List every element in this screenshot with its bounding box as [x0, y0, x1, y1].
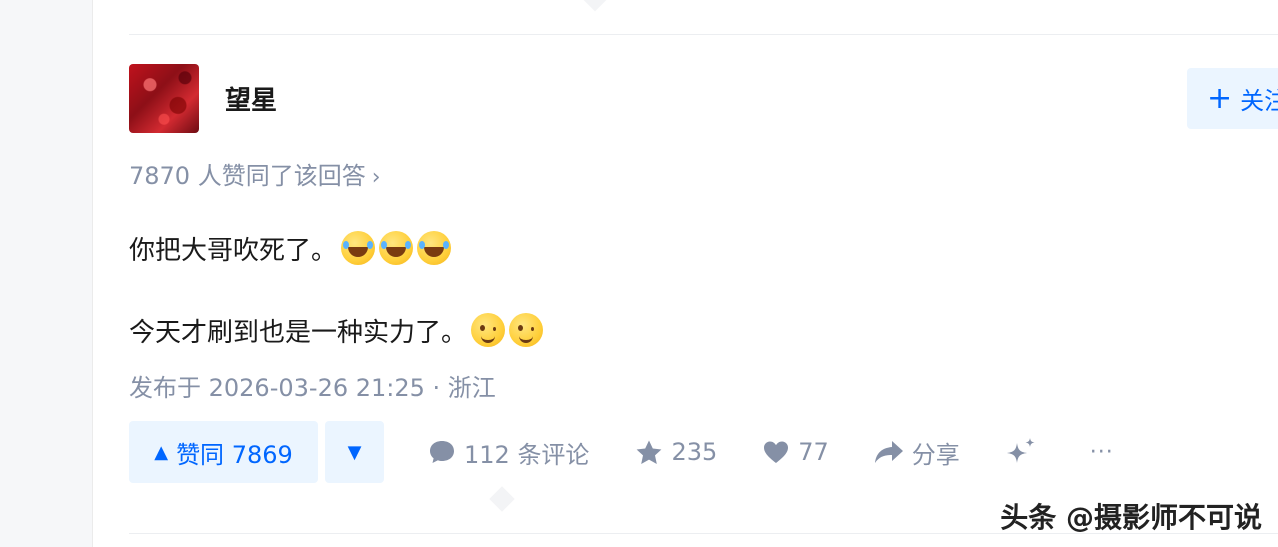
share-arrow-icon — [874, 441, 903, 463]
avatar[interactable] — [129, 64, 199, 133]
answer-text-2: 今天才刷到也是一种实力了。 — [129, 318, 468, 348]
triangle-down-icon: ▼ — [347, 441, 362, 463]
sparkle-icon — [1006, 438, 1035, 463]
upvote-button[interactable]: ▲ 赞同 7869 — [129, 421, 318, 483]
favorites-count: 235 — [671, 438, 718, 466]
action-bar: ▲ 赞同 7869 ▼ 112 条评论 235 77 分享 ··· — [129, 421, 1114, 483]
answer-paragraph-2: 今天才刷到也是一种实力了。 — [129, 312, 544, 349]
downvote-button[interactable]: ▼ — [325, 421, 384, 483]
follow-label: 关注 — [1240, 87, 1278, 115]
share-button[interactable]: 分享 — [874, 435, 960, 470]
author-name[interactable]: 望星 — [225, 80, 277, 117]
upvote-label: 赞同 7869 — [176, 440, 293, 469]
answer-card: 望星 + 关注 7870 人赞同了该回答 › 你把大哥吹死了。 今天才刷到也是一种… — [93, 0, 1278, 547]
answer-text-1: 你把大哥吹死了。 — [129, 236, 338, 266]
left-gutter — [0, 0, 93, 547]
likes-count: 77 — [798, 438, 829, 466]
chevron-right-icon: › — [371, 165, 381, 190]
more-button[interactable]: ··· — [1090, 440, 1114, 465]
votes-summary-link[interactable]: 7870 人赞同了该回答 › — [129, 156, 381, 191]
divider-top — [129, 34, 1278, 35]
plus-icon: + — [1207, 80, 1233, 116]
ai-sparkle-button[interactable] — [1005, 437, 1045, 467]
share-label: 分享 — [911, 440, 960, 469]
triangle-up-icon: ▲ — [154, 441, 169, 463]
comments-button[interactable]: 112 条评论 — [428, 435, 589, 470]
comments-label: 112 条评论 — [464, 440, 590, 469]
star-icon — [637, 440, 662, 464]
wink-emoji-icon — [509, 313, 544, 347]
answer-paragraph-1: 你把大哥吹死了。 — [129, 230, 452, 267]
ellipsis-icon: ··· — [1089, 439, 1114, 465]
top-caret — [583, 0, 607, 12]
publish-time: 发布于 2026-03-26 21:25 · 浙江 — [129, 374, 496, 402]
laugh-emoji-icon — [341, 231, 376, 265]
heart-icon — [764, 441, 789, 463]
votes-summary-text: 7870 人赞同了该回答 — [129, 162, 366, 190]
wink-emoji-icon — [471, 313, 506, 347]
laugh-emoji-icon — [417, 231, 452, 265]
comment-bubble-icon — [430, 441, 454, 463]
laugh-emoji-icon — [379, 231, 414, 265]
favorite-button[interactable]: 235 — [635, 438, 717, 466]
comments-caret — [489, 486, 515, 512]
watermark: 头条 @摄影师不可说 — [1000, 501, 1262, 534]
like-button[interactable]: 77 — [762, 438, 829, 466]
follow-button[interactable]: + 关注 — [1187, 68, 1278, 129]
